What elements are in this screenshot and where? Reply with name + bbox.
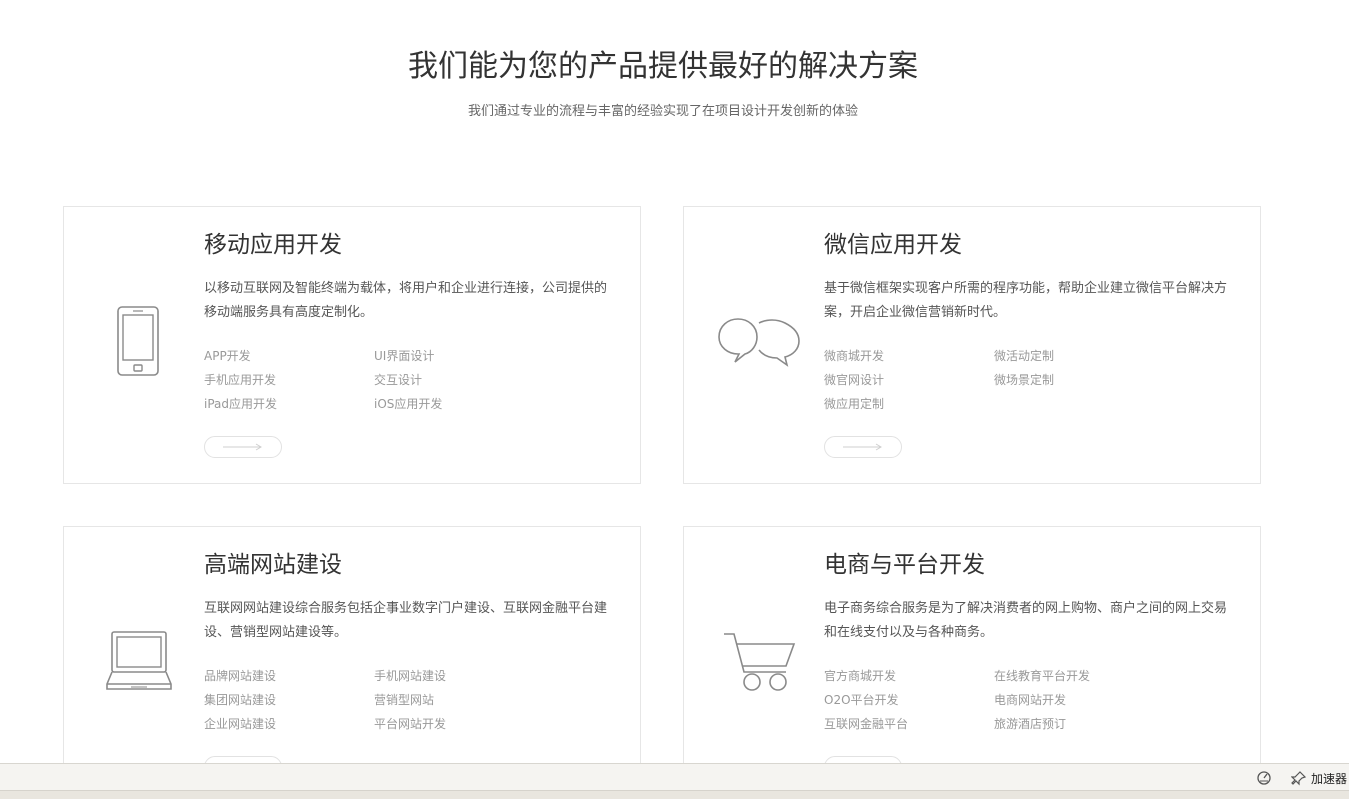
page: 我们能为您的产品提供最好的解决方案 我们通过专业的流程与丰富的经验实现了在项目设… <box>0 0 1349 763</box>
arrow-right-icon <box>843 443 882 451</box>
accelerator-label: 加速器 <box>1311 771 1348 786</box>
card-link[interactable]: 微应用定制 <box>824 392 994 416</box>
card-title: 电商与平台开发 <box>824 552 985 578</box>
service-card-wechat: 微信应用开发 基于微信框架实现客户所需的程序功能，帮助企业建立微信平台解决方案，… <box>683 206 1261 484</box>
service-card-ecommerce: 电商与平台开发 电子商务综合服务是为了解决消费者的网上购物、商户之间的网上交易和… <box>683 526 1261 763</box>
card-title: 移动应用开发 <box>204 232 342 258</box>
card-link[interactable]: 微活动定制 <box>994 344 1164 368</box>
card-description: 电子商务综合服务是为了解决消费者的网上购物、商户之间的网上交易和在线支付以及与各… <box>824 601 1228 640</box>
browser-status-bar: 加速器 <box>0 763 1349 799</box>
page-title: 我们能为您的产品提供最好的解决方案 <box>408 49 918 84</box>
card-link-list: 微商城开发 微活动定制 微官网设计 微场景定制 微应用定制 <box>824 344 1184 416</box>
accelerator-button[interactable]: 加速器 <box>1291 769 1347 787</box>
speed-dial-icon <box>1257 771 1271 785</box>
card-link-list: 品牌网站建设 手机网站建设 集团网站建设 营销型网站 企业网站建设 平台网站开发 <box>204 664 564 736</box>
card-link-list: 官方商城开发 在线教育平台开发 O2O平台开发 电商网站开发 互联网金融平台 旅… <box>824 664 1184 736</box>
card-link[interactable]: 品牌网站建设 <box>204 664 374 688</box>
shopping-cart-icon <box>714 617 804 707</box>
card-link[interactable]: 互联网金融平台 <box>824 712 994 736</box>
card-description: 以移动互联网及智能终端为载体，将用户和企业进行连接，公司提供的移动端服务具有高度… <box>204 281 608 320</box>
card-link[interactable]: 旅游酒店预订 <box>994 712 1164 736</box>
laptop-icon <box>94 617 184 707</box>
card-link[interactable]: 企业网站建设 <box>204 712 374 736</box>
card-link[interactable]: APP开发 <box>204 344 374 368</box>
card-title: 高端网站建设 <box>204 552 342 578</box>
status-bar-edge <box>0 790 1349 799</box>
pin-icon <box>1291 771 1307 786</box>
card-link[interactable]: 平台网站开发 <box>374 712 544 736</box>
chat-bubbles-icon <box>714 297 804 387</box>
card-link[interactable]: UI界面设计 <box>374 344 544 368</box>
arrow-right-icon <box>223 443 262 451</box>
page-subtitle: 我们通过专业的流程与丰富的经验实现了在项目设计开发创新的体验 <box>467 104 858 119</box>
card-link[interactable]: 电商网站开发 <box>994 688 1164 712</box>
service-card-website: 高端网站建设 互联网网站建设综合服务包括企事业数字门户建设、互联网金融平台建设、… <box>63 526 641 763</box>
card-link[interactable]: 官方商城开发 <box>824 664 994 688</box>
more-button[interactable] <box>824 756 902 763</box>
more-button[interactable] <box>824 436 902 458</box>
phone-icon <box>94 297 184 387</box>
card-link[interactable]: 手机网站建设 <box>374 664 544 688</box>
card-description: 互联网网站建设综合服务包括企事业数字门户建设、互联网金融平台建设、营销型网站建设… <box>204 601 608 640</box>
card-link[interactable]: iPad应用开发 <box>204 392 374 416</box>
card-link[interactable]: O2O平台开发 <box>824 688 994 712</box>
card-title: 微信应用开发 <box>824 232 962 258</box>
card-description: 基于微信框架实现客户所需的程序功能，帮助企业建立微信平台解决方案，开启企业微信营… <box>824 281 1228 320</box>
card-link[interactable]: iOS应用开发 <box>374 392 544 416</box>
more-button[interactable] <box>204 756 282 763</box>
card-link[interactable]: 集团网站建设 <box>204 688 374 712</box>
card-link[interactable]: 手机应用开发 <box>204 368 374 392</box>
card-link[interactable]: 交互设计 <box>374 368 544 392</box>
more-button[interactable] <box>204 436 282 458</box>
card-link[interactable]: 微商城开发 <box>824 344 994 368</box>
service-card-mobile: 移动应用开发 以移动互联网及智能终端为载体，将用户和企业进行连接，公司提供的移动… <box>63 206 641 484</box>
card-link[interactable]: 微官网设计 <box>824 368 994 392</box>
card-link-list: APP开发 UI界面设计 手机应用开发 交互设计 iPad应用开发 iOS应用开… <box>204 344 564 416</box>
speed-dial-button[interactable] <box>1256 769 1272 787</box>
card-link[interactable]: 在线教育平台开发 <box>994 664 1164 688</box>
card-link[interactable]: 微场景定制 <box>994 368 1164 392</box>
card-link[interactable]: 营销型网站 <box>374 688 544 712</box>
